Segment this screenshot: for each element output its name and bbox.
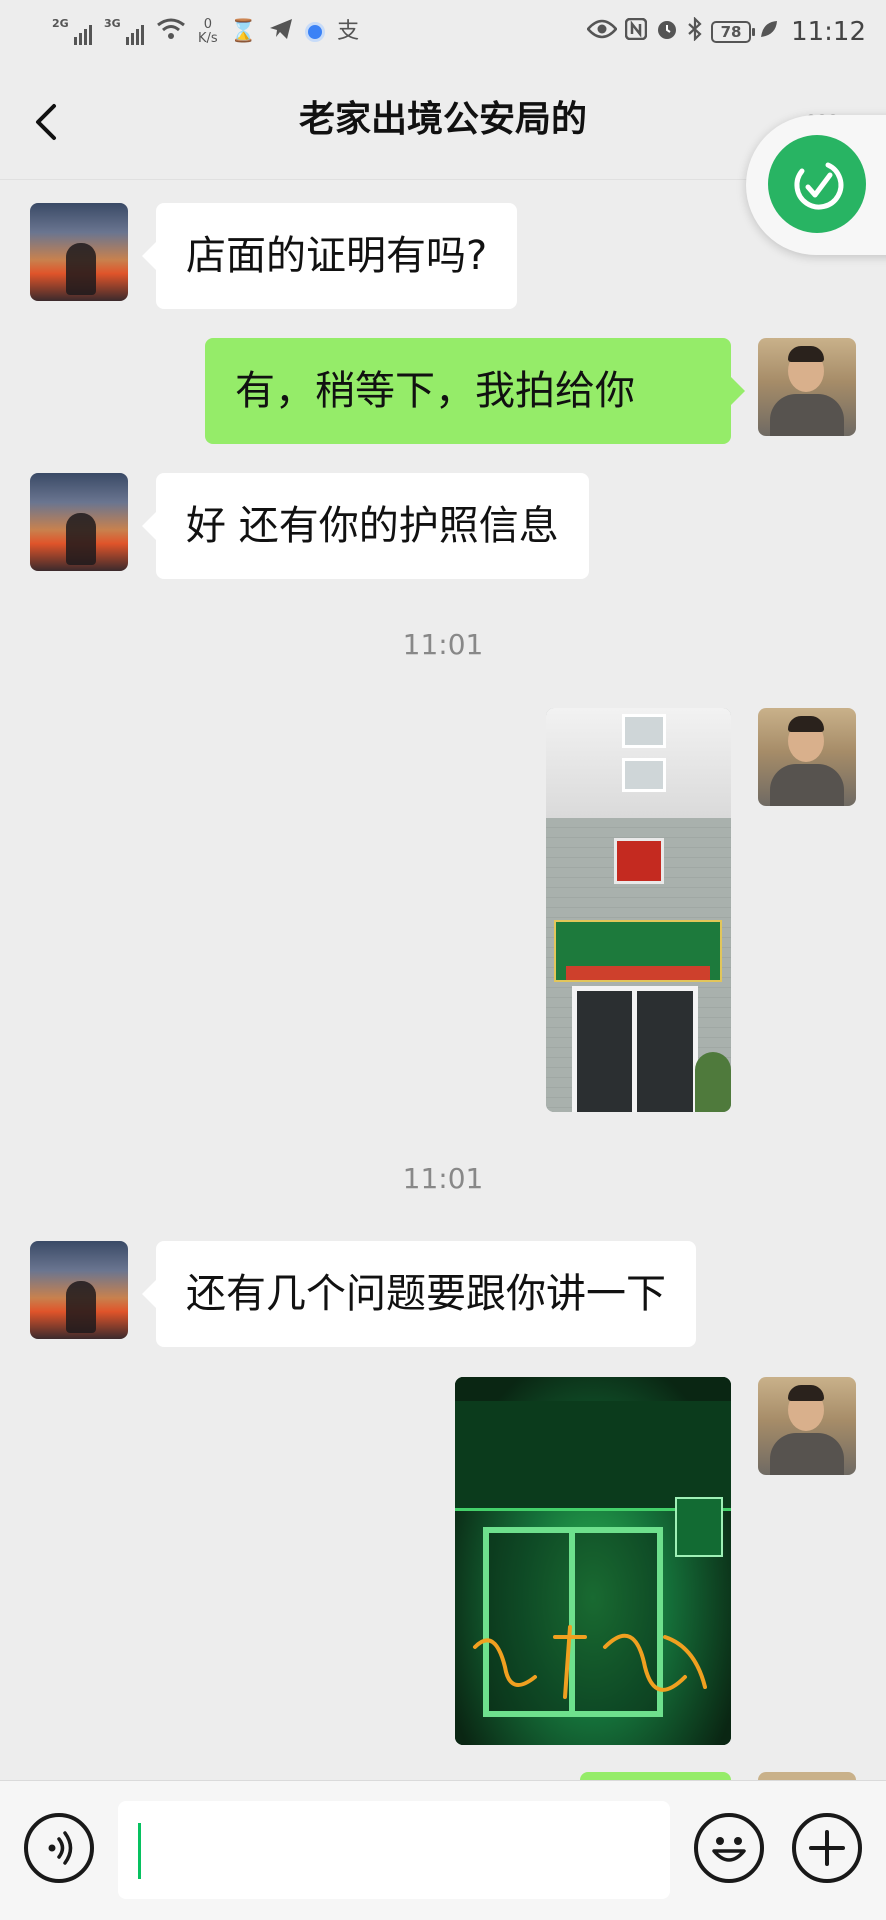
- nfc-icon: [624, 17, 648, 46]
- message-timestamp: 11:01: [402, 1162, 484, 1195]
- leaf-icon: [759, 19, 779, 45]
- image-message-storefront-night[interactable]: [455, 1377, 731, 1745]
- check-circle-icon: [794, 162, 844, 210]
- message-timestamp: 11:01: [402, 628, 484, 661]
- telegram-icon: [269, 18, 293, 46]
- message-bubble-in[interactable]: 好 还有你的护照信息: [142, 473, 589, 579]
- input-bar: [0, 1780, 886, 1920]
- contact-avatar[interactable]: [30, 203, 128, 301]
- image-message-storefront-day[interactable]: [546, 708, 731, 1112]
- speed-value: 0: [203, 17, 212, 32]
- wifi-icon: [156, 17, 186, 47]
- my-avatar[interactable]: [758, 1377, 856, 1475]
- my-avatar-partial: [758, 1772, 856, 1780]
- message-bubble-out-partial: [580, 1772, 731, 1780]
- message-input[interactable]: [118, 1801, 670, 1899]
- contact-avatar[interactable]: [30, 1241, 128, 1339]
- browser-icon: [305, 22, 326, 42]
- voice-icon[interactable]: [24, 1813, 94, 1883]
- floating-check-button[interactable]: [768, 135, 866, 233]
- handwriting-mark: [473, 1625, 707, 1699]
- plus-icon[interactable]: [792, 1813, 862, 1883]
- status-time: 11:12: [791, 17, 866, 47]
- signal-3g-icon: 3G: [104, 17, 144, 47]
- emoji-icon[interactable]: [694, 1813, 764, 1883]
- chat-title: 老家出境公安局的: [298, 99, 587, 140]
- message-bubble-out[interactable]: 有，稍等下，我拍给你: [205, 338, 745, 444]
- signal-3g-label: 3G: [104, 17, 121, 30]
- status-left: 2G 3G 0 K/s ⌛ 支: [52, 12, 359, 52]
- speed-unit: K/s: [198, 31, 218, 46]
- contact-avatar[interactable]: [30, 473, 128, 571]
- status-right: 78 11:12: [586, 12, 866, 52]
- network-speed: 0 K/s: [198, 18, 218, 46]
- signal-2g-label: 2G: [52, 17, 69, 30]
- my-avatar[interactable]: [758, 708, 856, 806]
- eye-icon: [586, 19, 618, 45]
- floating-panel[interactable]: [746, 115, 886, 255]
- signal-2g-icon: 2G: [52, 17, 92, 47]
- alipay-icon: 支: [337, 19, 360, 44]
- status-bar: 2G 3G 0 K/s ⌛ 支 78 11:12: [0, 0, 886, 62]
- bluetooth-icon: [687, 16, 703, 47]
- hourglass-icon: ⌛: [229, 19, 258, 44]
- alarm-icon: [655, 17, 679, 47]
- my-avatar[interactable]: [758, 338, 856, 436]
- text-caret: [138, 1823, 141, 1879]
- message-bubble-in[interactable]: 店面的证明有吗?: [141, 203, 518, 309]
- battery-icon: 78: [711, 21, 756, 43]
- message-bubble-in[interactable]: 还有几个问题要跟你讲一下: [142, 1241, 696, 1347]
